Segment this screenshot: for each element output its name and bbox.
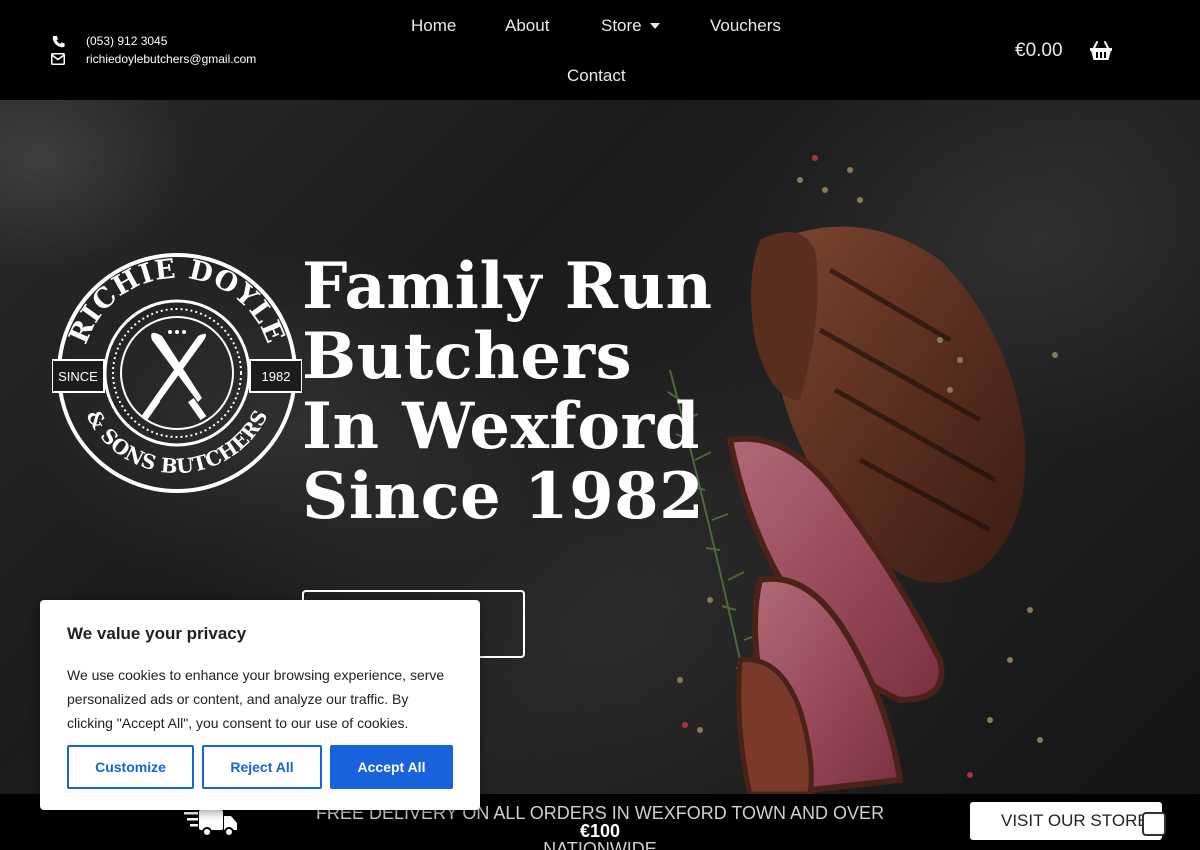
- nav-home[interactable]: Home: [411, 16, 456, 36]
- visit-store-button[interactable]: VISIT OUR STORE: [970, 802, 1166, 840]
- logo-bottom-text: & SONS BUTCHERS: [82, 406, 273, 479]
- cookie-consent-banner: We value your privacy We use cookies to …: [40, 600, 480, 810]
- logo-year: 1982: [262, 369, 291, 384]
- customize-button[interactable]: Customize: [67, 745, 194, 789]
- contact-info: (053) 912 3045 richiedoylebutchers@gmail…: [50, 32, 256, 68]
- main-nav: Home About Store Vouchers Contact: [390, 0, 810, 100]
- accept-all-button[interactable]: Accept All: [330, 745, 453, 789]
- nav-contact[interactable]: Contact: [567, 66, 626, 86]
- hero-title-line: In Wexford: [302, 389, 700, 464]
- delivery-suffix: NATIONWIDE: [543, 839, 657, 850]
- basket-icon[interactable]: [1089, 40, 1113, 62]
- phone-number[interactable]: (053) 912 3045: [86, 34, 167, 48]
- crossed-knives-icon: RICHIE DOYLE & SONS BUTCHERS SINCE 1982: [52, 253, 302, 493]
- cookie-buttons: Customize Reject All Accept All: [67, 745, 453, 789]
- phone-icon: [50, 34, 66, 48]
- hero-title: Family Run Butchers In Wexford Since 198…: [302, 252, 742, 532]
- logo-since: SINCE: [58, 369, 98, 384]
- hero-title-line: Since 1982: [302, 459, 705, 534]
- site-header: (053) 912 3045 richiedoylebutchers@gmail…: [0, 0, 1200, 100]
- cookie-body: We use cookies to enhance your browsing …: [67, 667, 445, 731]
- hero-title-line: Family Run: [302, 249, 713, 324]
- hero-title-line: Butchers: [302, 319, 633, 394]
- visit-store-label: VISIT OUR STORE: [1001, 811, 1149, 830]
- cart-total[interactable]: €0.00: [1015, 40, 1063, 62]
- delivery-amount: €100: [579, 821, 621, 841]
- cookie-title: We value your privacy: [67, 624, 247, 643]
- email-address[interactable]: richiedoylebutchers@gmail.com: [86, 52, 256, 66]
- close-square-icon[interactable]: [1142, 812, 1166, 836]
- phone-row[interactable]: (053) 912 3045: [50, 32, 256, 50]
- chevron-down-icon: [649, 22, 660, 29]
- email-row[interactable]: richiedoylebutchers@gmail.com: [50, 50, 256, 68]
- nav-vouchers[interactable]: Vouchers: [710, 16, 781, 36]
- svg-text:& SONS BUTCHERS: & SONS BUTCHERS: [82, 406, 273, 479]
- nav-store[interactable]: Store: [601, 16, 660, 36]
- envelope-icon: [50, 52, 66, 66]
- nav-about[interactable]: About: [505, 16, 549, 36]
- nav-store-label: Store: [601, 16, 642, 35]
- delivery-message: FREE DELIVERY ON ALL ORDERS IN WEXFORD T…: [300, 804, 900, 850]
- delivery-truck-icon: [184, 808, 238, 838]
- reject-all-button[interactable]: Reject All: [202, 745, 322, 789]
